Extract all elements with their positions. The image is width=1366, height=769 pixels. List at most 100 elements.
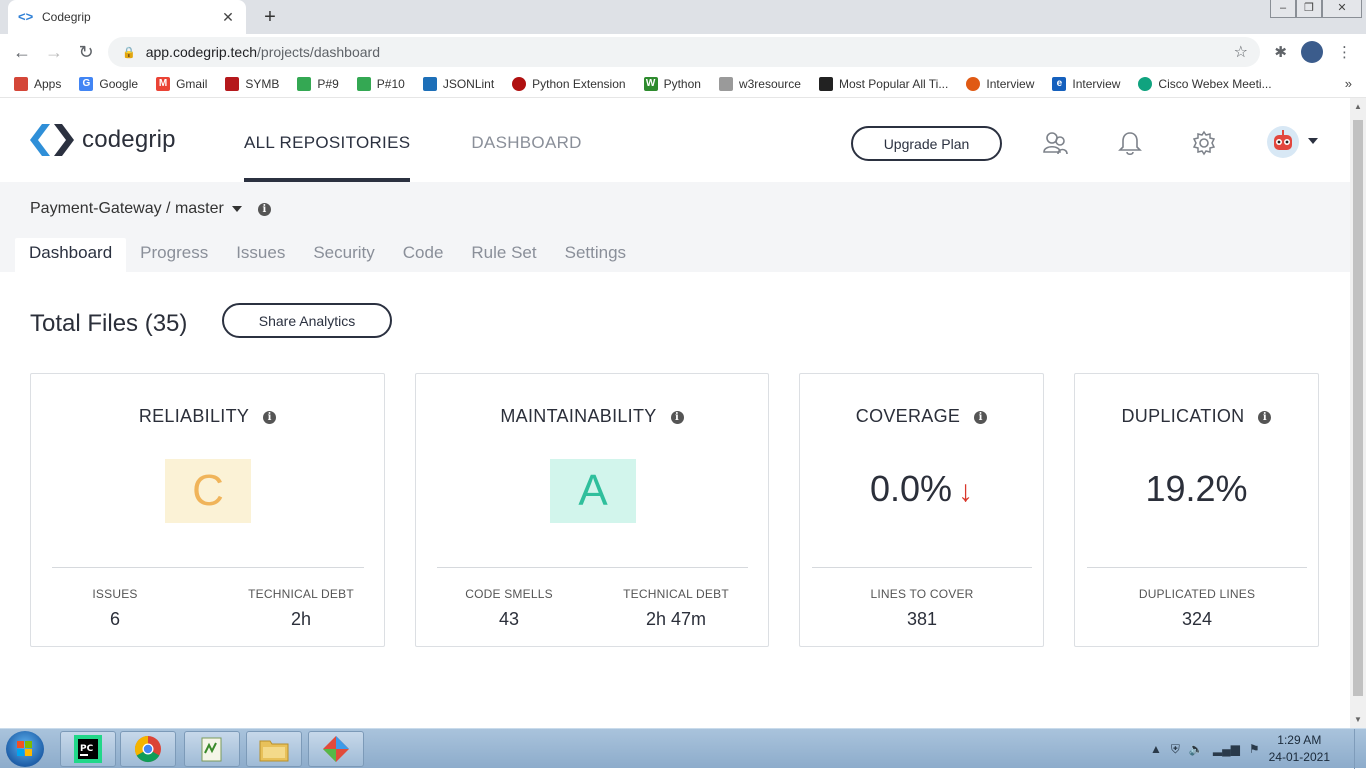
tab-progress[interactable]: Progress xyxy=(126,238,222,272)
network-signal-icon[interactable]: ▂▄▆ xyxy=(1213,742,1240,756)
metric-value[interactable]: 2h 47m xyxy=(616,609,736,630)
chrome-taskbar-button[interactable] xyxy=(120,731,176,767)
bookmark-item[interactable]: W Python xyxy=(643,76,701,91)
metric-value[interactable]: 381 xyxy=(842,609,1002,630)
minimize-icon[interactable]: – xyxy=(1270,0,1296,18)
bookmark-item[interactable]: G Google xyxy=(79,76,138,91)
pycharm-taskbar-button[interactable]: PC xyxy=(60,731,116,767)
menu-icon[interactable]: ⋮ xyxy=(1337,43,1352,61)
show-hidden-icons-icon[interactable]: ▲ xyxy=(1150,742,1162,756)
toolbar-right: ✱ ⋮ xyxy=(1274,34,1366,70)
metric-value[interactable]: 2h xyxy=(241,609,361,630)
tab-issues[interactable]: Issues xyxy=(222,238,299,272)
share-analytics-button[interactable]: Share Analytics xyxy=(222,303,392,338)
team-users-icon[interactable] xyxy=(1042,130,1068,156)
nav-dashboard[interactable]: DASHBOARD xyxy=(471,98,581,182)
drive-icon xyxy=(297,76,312,91)
user-menu-caret-icon[interactable] xyxy=(1308,138,1318,144)
notepad-taskbar-button[interactable] xyxy=(184,731,240,767)
close-window-icon[interactable]: ✕ xyxy=(1322,0,1362,18)
git-diamond-icon xyxy=(323,736,349,762)
card-title: MAINTAINABILITY i xyxy=(416,406,768,427)
more-bookmarks-icon[interactable]: » xyxy=(1345,76,1352,91)
duplication-info-icon[interactable]: i xyxy=(1258,411,1272,424)
tab-rule-set[interactable]: Rule Set xyxy=(457,238,550,272)
file-explorer-taskbar-button[interactable] xyxy=(246,731,302,767)
bookmark-item[interactable]: e Interview xyxy=(1052,76,1120,91)
bookmark-item[interactable]: JSONLint xyxy=(422,76,494,91)
bookmark-item[interactable]: Apps xyxy=(14,76,61,91)
metric-value[interactable]: 324 xyxy=(1107,609,1287,630)
bookmark-item[interactable]: w3resource xyxy=(718,76,801,91)
start-button[interactable] xyxy=(6,731,44,767)
tab-code[interactable]: Code xyxy=(389,238,458,272)
svg-text:PC: PC xyxy=(80,744,94,754)
scrollbar-thumb[interactable] xyxy=(1353,120,1363,696)
profile-avatar[interactable] xyxy=(1301,41,1323,63)
user-avatar[interactable] xyxy=(1267,126,1299,158)
nav-all-repositories[interactable]: ALL REPOSITORIES xyxy=(244,98,411,182)
gmail-icon: M xyxy=(156,76,171,91)
close-tab-icon[interactable]: ✕ xyxy=(220,9,236,26)
system-clock[interactable]: 1:29 AM 24-01-2021 xyxy=(1269,732,1330,766)
bookmark-label: Python xyxy=(663,76,701,91)
bookmark-item[interactable]: P#10 xyxy=(356,76,405,91)
metric-value[interactable]: 6 xyxy=(75,609,155,630)
show-desktop-button[interactable] xyxy=(1354,729,1366,769)
codegrip-logo[interactable]: codegrip xyxy=(30,124,176,156)
reload-icon[interactable]: ↻ xyxy=(70,42,102,63)
coverage-card: COVERAGE i 0.0% ↓ LINES TO COVER 381 xyxy=(799,373,1044,647)
notification-bell-icon[interactable] xyxy=(1117,130,1143,156)
bookmark-star-icon[interactable]: ☆ xyxy=(1234,42,1248,62)
volume-icon[interactable]: 🔈 xyxy=(1189,742,1204,756)
card-title: DUPLICATION i xyxy=(1075,406,1318,427)
upgrade-plan-button[interactable]: Upgrade Plan xyxy=(851,126,1002,161)
bookmark-label: P#10 xyxy=(376,76,405,91)
extensions-icon[interactable]: ✱ xyxy=(1274,43,1287,61)
folder-icon xyxy=(259,740,289,762)
bookmark-item[interactable]: Cisco Webex Meeti... xyxy=(1138,76,1272,91)
card-title-text: DUPLICATION xyxy=(1121,406,1245,426)
reliability-info-icon[interactable]: i xyxy=(263,411,277,424)
coverage-percent: 0.0% xyxy=(869,468,953,509)
address-bar[interactable]: 🔒 app.codegrip.tech/projects/dashboard ☆ xyxy=(108,37,1260,67)
git-app-taskbar-button[interactable] xyxy=(308,731,364,767)
bookmark-label: Interview xyxy=(986,76,1035,91)
tab-security[interactable]: Security xyxy=(299,238,388,272)
bookmark-item[interactable]: Interview xyxy=(966,76,1035,91)
technical-debt-metric: TECHNICAL DEBT 2h 47m xyxy=(616,587,736,630)
branch-info-icon[interactable]: i xyxy=(257,202,271,216)
tab-dashboard[interactable]: Dashboard xyxy=(15,238,127,272)
metric-label: LINES TO COVER xyxy=(870,587,974,601)
branch-selector[interactable]: Payment-Gateway / master i xyxy=(30,200,271,218)
lock-icon: 🔒 xyxy=(122,46,136,59)
new-tab-icon[interactable]: + xyxy=(260,6,280,29)
tab-settings[interactable]: Settings xyxy=(551,238,640,272)
bookmark-item[interactable]: SYMB xyxy=(225,76,279,91)
maintainability-card: MAINTAINABILITY i A CODE SMELLS 43 TECHNI… xyxy=(415,373,769,647)
technical-debt-metric: TECHNICAL DEBT 2h xyxy=(241,587,361,630)
restore-icon[interactable]: ❐ xyxy=(1296,0,1322,18)
google-icon: G xyxy=(79,76,94,91)
forward-icon[interactable]: → xyxy=(38,42,70,63)
security-center-icon[interactable]: ⛨ xyxy=(1171,742,1180,757)
maintainability-info-icon[interactable]: i xyxy=(670,411,684,424)
card-title: COVERAGE i xyxy=(800,406,1043,427)
metric-value[interactable]: 43 xyxy=(459,609,559,630)
bookmark-item[interactable]: M Gmail xyxy=(156,76,207,91)
coverage-info-icon[interactable]: i xyxy=(974,411,988,424)
bookmark-item[interactable]: Most Popular All Ti... xyxy=(818,76,948,91)
settings-gear-icon[interactable] xyxy=(1191,130,1217,156)
back-icon[interactable]: ← xyxy=(6,42,38,63)
scroll-down-icon[interactable]: ▼ xyxy=(1354,715,1362,724)
action-center-flag-icon[interactable]: ⚑ xyxy=(1249,742,1260,756)
flag-icon xyxy=(818,76,833,91)
drive-icon xyxy=(356,76,371,91)
bookmarks-bar: Apps G Google M Gmail SYMB P#9 P#10 JSONLi… xyxy=(0,70,1366,98)
bookmark-item[interactable]: P#9 xyxy=(297,76,339,91)
browser-tab[interactable]: <> Codegrip ✕ xyxy=(8,0,246,34)
scroll-up-icon[interactable]: ▲ xyxy=(1354,102,1362,111)
page-scrollbar[interactable]: ▲ ▼ xyxy=(1350,98,1366,728)
bookmark-item[interactable]: Python Extension xyxy=(512,76,626,91)
branch-dropdown-icon[interactable] xyxy=(231,206,242,212)
